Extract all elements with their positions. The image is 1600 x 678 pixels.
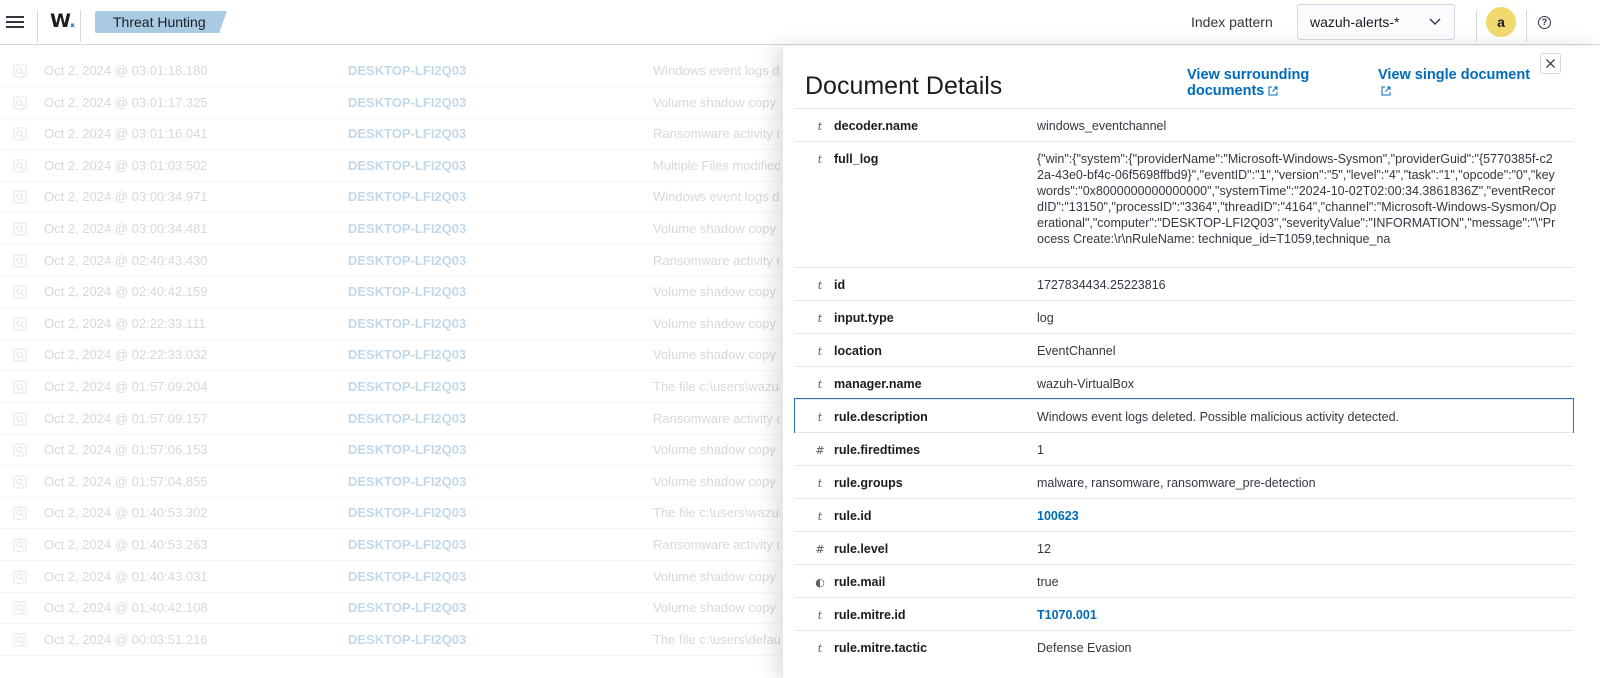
user-avatar[interactable]: a <box>1486 7 1516 37</box>
field-value: true <box>1037 575 1059 589</box>
view-single-document-link[interactable]: View single document <box>1378 67 1530 99</box>
field-value: log <box>1037 311 1054 325</box>
field-row[interactable]: t rule.mitre.tactic Defense Evasion <box>795 630 1573 663</box>
external-link-icon <box>1268 86 1278 96</box>
breadcrumb-threat-hunting[interactable]: Threat Hunting <box>95 11 227 33</box>
field-name: rule.mail <box>834 575 886 589</box>
index-pattern-select[interactable]: wazuh-alerts-* <box>1297 4 1455 40</box>
field-row[interactable]: t location EventChannel <box>795 333 1573 366</box>
close-icon <box>1545 58 1556 69</box>
field-value[interactable]: 100623 <box>1037 508 1557 524</box>
field-name: decoder.name <box>834 119 919 133</box>
field-value: Windows event logs deleted. Possible mal… <box>1037 410 1399 424</box>
string-type-icon: t <box>817 642 823 655</box>
field-row[interactable]: ◐ rule.mail true <box>795 564 1573 597</box>
string-type-icon: t <box>817 120 823 133</box>
string-type-icon: t <box>817 345 823 358</box>
field-row[interactable]: t decoder.name windows_eventchannel <box>795 108 1573 141</box>
string-type-icon: t <box>817 609 823 622</box>
field-row[interactable]: t rule.groups malware, ransomware, ransomw… <box>795 465 1573 498</box>
field-value: windows_eventchannel <box>1037 119 1167 133</box>
string-type-icon: t <box>817 312 823 325</box>
field-value[interactable]: T1070.001 <box>1037 607 1557 623</box>
field-name: rule.mitre.tactic <box>834 641 928 655</box>
number-type-icon: # <box>815 543 825 556</box>
index-pattern-value: wazuh-alerts-* <box>1310 14 1400 30</box>
field-value: 1 <box>1037 443 1044 457</box>
string-type-icon: t <box>817 378 823 391</box>
boolean-type-icon: ◐ <box>815 576 825 589</box>
field-value: wazuh-VirtualBox <box>1037 377 1135 391</box>
flyout-overlay[interactable] <box>0 46 782 678</box>
field-name: location <box>834 344 882 358</box>
field-name: id <box>834 278 846 292</box>
field-value: malware, ransomware, ransomware_pre-dete… <box>1037 476 1316 490</box>
divider <box>1526 10 1527 42</box>
string-type-icon: t <box>817 153 823 166</box>
field-value: 1727834434.25223816 <box>1037 278 1166 292</box>
top-bar: W. Threat Hunting Index pattern wazuh-al… <box>0 0 1600 45</box>
number-type-icon: # <box>815 444 825 457</box>
link-text: View surrounding <box>1187 67 1310 83</box>
field-row[interactable]: t input.type log <box>795 300 1573 333</box>
wazuh-logo[interactable]: W. <box>50 10 76 32</box>
divider <box>1476 10 1477 42</box>
view-surrounding-documents-link[interactable]: View surrounding documents <box>1187 67 1309 99</box>
field-value: EventChannel <box>1037 344 1116 358</box>
help-icon[interactable]: ? <box>1538 16 1551 29</box>
field-name: full_log <box>834 152 879 166</box>
field-name: rule.description <box>834 410 928 424</box>
field-name: rule.id <box>834 509 872 523</box>
divider <box>37 10 38 42</box>
document-fields-table: t decoder.name windows_eventchannel t full_l… <box>794 108 1574 663</box>
menu-icon[interactable] <box>6 13 24 29</box>
string-type-icon: t <box>817 477 823 490</box>
field-value: {"win":{"system":{"providerName":"Micros… <box>1037 152 1557 246</box>
field-name: manager.name <box>834 377 922 391</box>
close-button[interactable] <box>1540 53 1561 74</box>
field-row[interactable]: t rule.id 100623 <box>795 498 1573 531</box>
string-type-icon: t <box>817 279 823 292</box>
string-type-icon: t <box>817 411 823 424</box>
field-value: Defense Evasion <box>1037 641 1132 655</box>
link-text: documents <box>1187 83 1265 99</box>
field-row[interactable]: t full_log {"win":{"system":{"providerName… <box>795 141 1573 267</box>
field-row[interactable]: t rule.mitre.id T1070.001 <box>795 597 1573 630</box>
field-value: 12 <box>1037 542 1051 556</box>
chevron-down-icon <box>1429 18 1441 25</box>
field-row[interactable]: t id 1727834434.25223816 <box>795 267 1573 300</box>
field-row[interactable]: t rule.description Windows event logs dele… <box>794 398 1574 433</box>
field-row[interactable]: # rule.level 12 <box>795 531 1573 564</box>
string-type-icon: t <box>817 510 823 523</box>
field-name: rule.firedtimes <box>834 443 921 457</box>
field-name: input.type <box>834 311 894 325</box>
field-row[interactable]: t manager.name wazuh-VirtualBox <box>795 366 1573 399</box>
external-link-icon <box>1381 86 1391 96</box>
index-pattern-label: Index pattern <box>1191 14 1273 30</box>
field-name: rule.level <box>834 542 889 556</box>
divider <box>80 10 81 42</box>
document-details-flyout: Document Details View surrounding docume… <box>782 46 1600 678</box>
field-row[interactable]: # rule.firedtimes 1 <box>795 432 1573 465</box>
field-name: rule.groups <box>834 476 903 490</box>
flyout-title: Document Details <box>805 72 1003 100</box>
link-text: View single document <box>1378 67 1531 83</box>
field-name: rule.mitre.id <box>834 608 906 622</box>
